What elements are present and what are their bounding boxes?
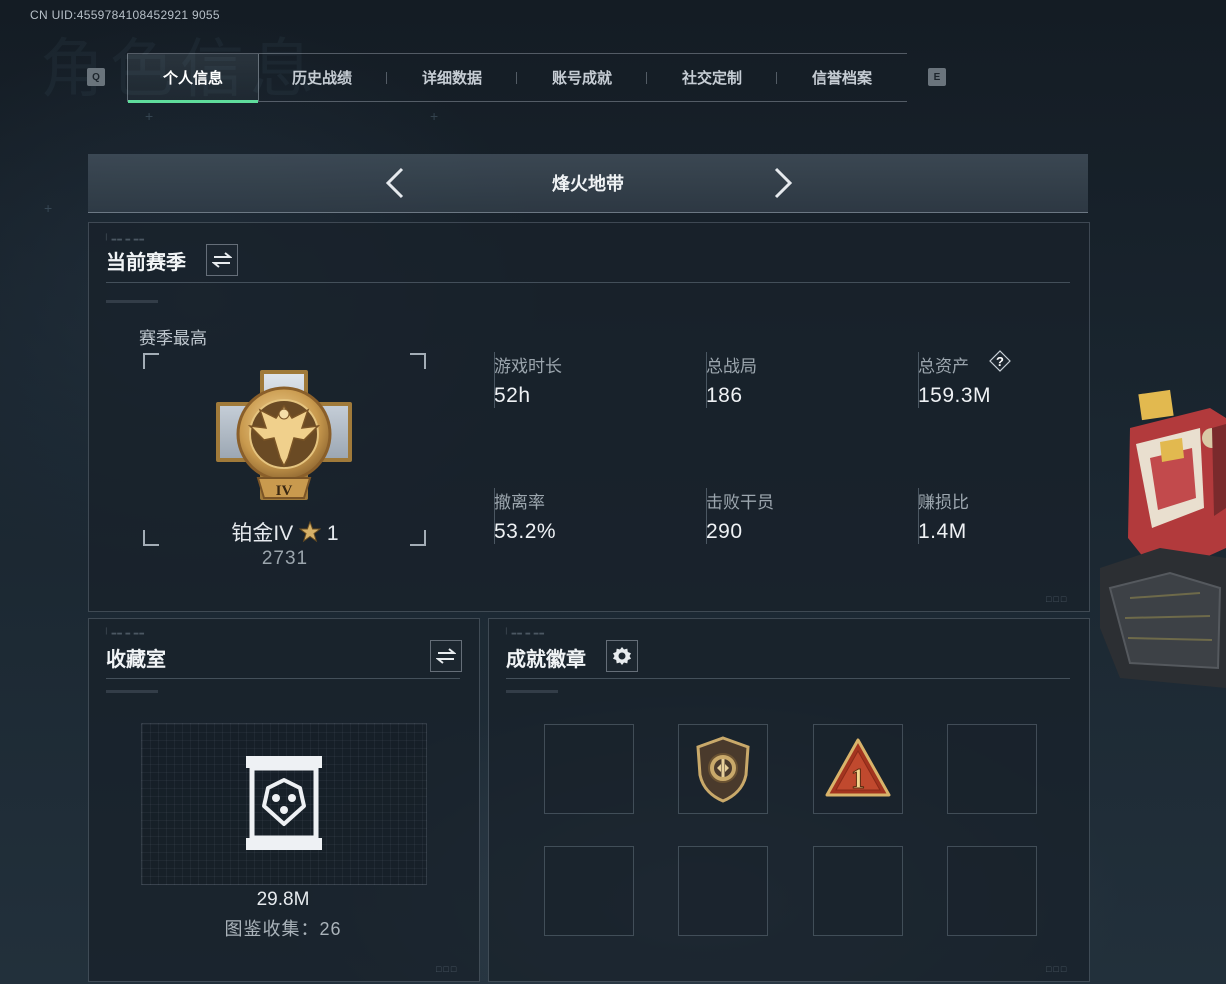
star-icon	[298, 520, 322, 543]
tab-reputation[interactable]: 信誉档案	[777, 54, 907, 101]
triangle-rank-badge-icon: 1	[825, 738, 891, 797]
season-title: 当前赛季	[106, 252, 186, 274]
mode-selector: 烽火地带	[88, 154, 1088, 213]
badges-title: 成就徽章	[506, 649, 586, 671]
frame-corner	[143, 353, 159, 369]
display-case-icon	[246, 756, 322, 850]
tab-achievements[interactable]: 账号成就	[517, 54, 647, 101]
stat-label: 撤离率	[494, 493, 545, 512]
stat-label: 总资产	[918, 357, 969, 376]
crosshair-mark: +	[145, 108, 154, 124]
collection-display[interactable]	[141, 723, 427, 885]
character-weapon-image	[1100, 389, 1226, 688]
crosshair-mark: +	[44, 200, 53, 216]
crosshair-mark: +	[430, 108, 439, 124]
swap-collection-button[interactable]	[430, 640, 462, 672]
swap-icon	[212, 252, 232, 268]
badge-settings-button[interactable]	[606, 640, 638, 672]
stat-label: 赚损比	[918, 493, 969, 512]
decor-dots: □□□	[1046, 594, 1069, 604]
tab-match-history[interactable]: 历史战绩	[257, 54, 387, 101]
decor-dots: □□□	[436, 964, 459, 974]
swap-icon	[436, 648, 456, 664]
badge-slot-empty[interactable]	[678, 846, 768, 936]
badge-slot-empty[interactable]	[544, 846, 634, 936]
divider	[106, 678, 460, 679]
stat-value: 1.4M	[918, 520, 967, 543]
swap-season-button[interactable]	[206, 244, 238, 276]
season-best-label: 赛季最高	[139, 329, 207, 348]
stat-play-time: 游戏时长 52h	[494, 352, 695, 408]
badge-slot-empty[interactable]	[947, 846, 1037, 936]
divider	[106, 282, 1070, 283]
stat-total-matches: 总战局 186	[706, 352, 907, 408]
rank-score: 2731	[261, 548, 309, 569]
divider	[506, 678, 1070, 679]
tab-social[interactable]: 社交定制	[647, 54, 777, 101]
rank-stars: 1	[326, 522, 339, 545]
stat-value: 186	[706, 384, 743, 407]
shield-badge-icon	[696, 736, 750, 803]
badge-slot[interactable]	[678, 724, 768, 814]
stat-value: 53.2%	[494, 520, 557, 543]
collection-title: 收藏室	[106, 649, 166, 671]
stat-label: 击败干员	[706, 493, 774, 512]
badge-slot[interactable]: 1	[813, 724, 903, 814]
badge-slot-empty[interactable]	[813, 846, 903, 936]
decor-tag: ▏▂▂ ▂ ▂▂	[506, 629, 546, 635]
badge-number: 1	[851, 764, 865, 795]
tab-bar: 个人信息 历史战绩 详细数据 账号成就 社交定制 信誉档案	[127, 53, 907, 103]
gear-icon	[613, 647, 631, 665]
platinum-rank-medal-icon: IV	[216, 370, 352, 500]
stat-label: 总战局	[706, 357, 757, 376]
svg-text:?: ?	[996, 354, 1004, 369]
stat-value: 52h	[494, 384, 531, 407]
player-uid: CN UID:4559784108452921 9055	[30, 8, 220, 22]
collection-count: 图鉴收集：26	[224, 919, 342, 939]
help-icon[interactable]: ?	[989, 350, 1011, 372]
frame-corner	[143, 530, 159, 546]
stat-label: 游戏时长	[494, 357, 562, 376]
decor-tag: ▏▂▂ ▂ ▂▂	[106, 235, 146, 241]
frame-corner	[410, 530, 426, 546]
rank-name: 铂金IV	[231, 522, 294, 545]
tab-detailed-data[interactable]: 详细数据	[387, 54, 517, 101]
stat-extraction-rate: 撤离率 53.2%	[494, 488, 695, 544]
stat-value: 290	[706, 520, 743, 543]
decor-tag: ▏▂▂ ▂ ▂▂	[106, 629, 146, 635]
decor-dots: □□□	[1046, 964, 1069, 974]
decor-bar	[106, 690, 158, 693]
chevron-right-icon[interactable]	[765, 166, 799, 200]
stat-value: 159.3M	[918, 384, 992, 407]
rank-name-row: 铂金IV 1	[200, 517, 370, 547]
tab-personal-info[interactable]: 个人信息	[127, 54, 259, 103]
badge-slot-empty[interactable]	[947, 724, 1037, 814]
decor-bar	[506, 690, 558, 693]
collection-value: 29.8M	[256, 889, 310, 910]
badge-slot-empty[interactable]	[544, 724, 634, 814]
prev-tab-key[interactable]: Q	[87, 68, 105, 86]
frame-corner	[410, 353, 426, 369]
decor-bar	[106, 300, 158, 303]
stat-operators-defeated: 击败干员 290	[706, 488, 907, 544]
mode-title: 烽火地带	[552, 174, 624, 194]
stat-profit-loss: 赚损比 1.4M	[918, 488, 1079, 544]
next-tab-key[interactable]: E	[928, 68, 946, 86]
rank-tier-numeral: IV	[276, 483, 293, 499]
